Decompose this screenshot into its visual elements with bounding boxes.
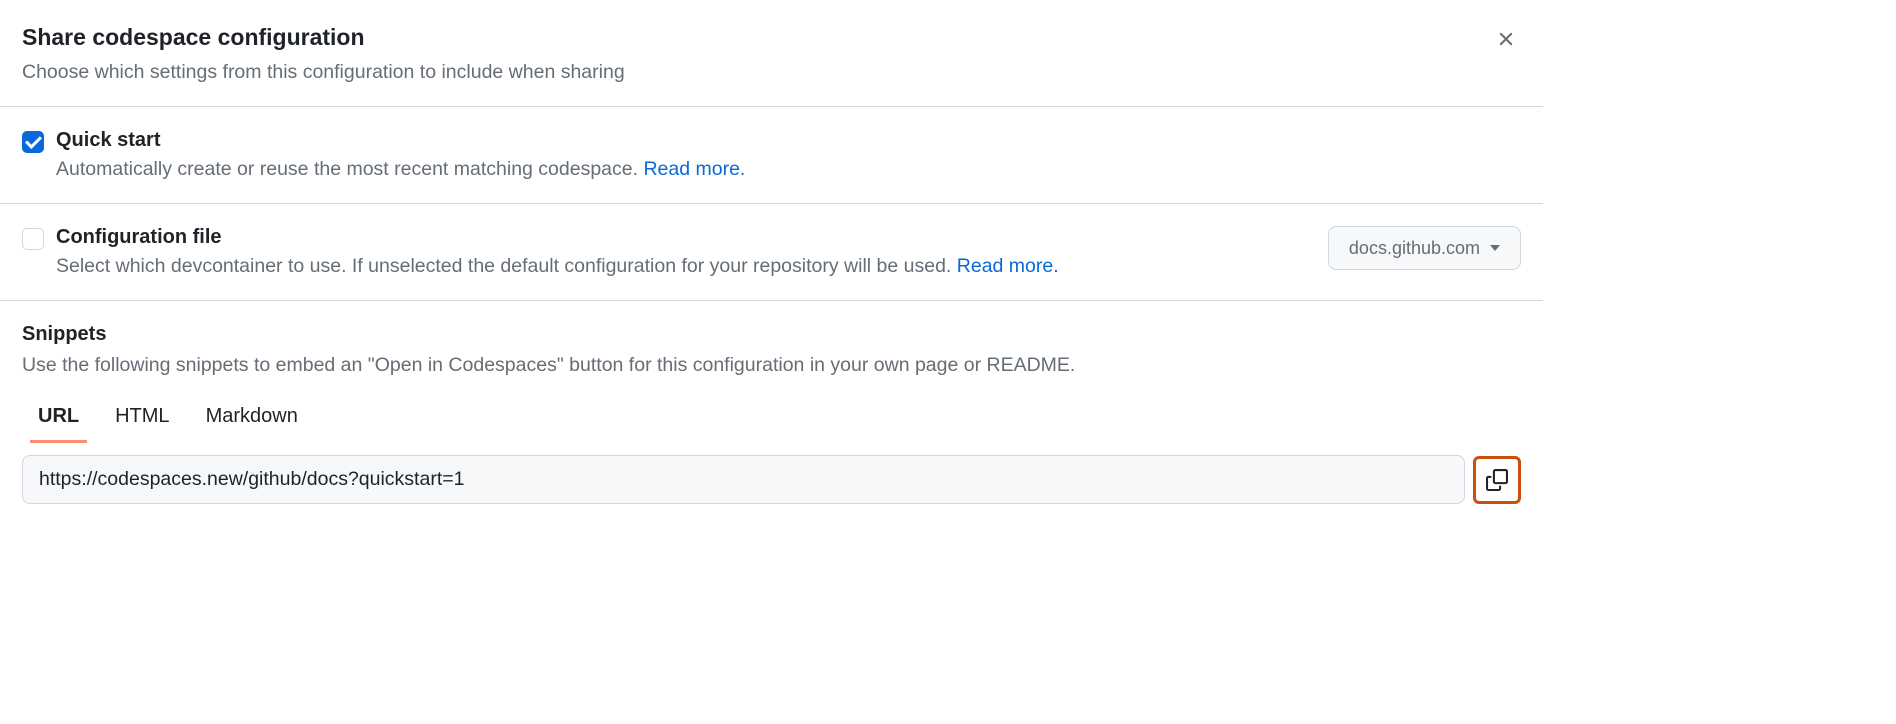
- config-file-description: Select which devcontainer to use. If uns…: [56, 255, 1059, 278]
- quickstart-checkbox[interactable]: [22, 131, 44, 153]
- config-file-title: Configuration file: [56, 226, 1059, 249]
- quickstart-readmore-link[interactable]: Read more.: [643, 158, 745, 180]
- config-file-dropdown[interactable]: docs.github.com: [1328, 226, 1521, 270]
- copy-icon: [1486, 469, 1508, 491]
- dialog-subtitle: Choose which settings from this configur…: [22, 61, 625, 84]
- dropdown-label: docs.github.com: [1349, 238, 1480, 259]
- tab-markdown[interactable]: Markdown: [206, 405, 298, 443]
- snippets-title: Snippets: [22, 323, 1521, 346]
- chevron-down-icon: [1490, 245, 1500, 251]
- snippets-description: Use the following snippets to embed an "…: [22, 354, 1521, 377]
- close-icon: [1495, 28, 1517, 50]
- snippets-section: Snippets Use the following snippets to e…: [0, 301, 1543, 526]
- snippet-url-input[interactable]: [22, 455, 1465, 504]
- config-file-readmore-link[interactable]: Read more.: [957, 255, 1059, 277]
- dialog-title: Share codespace configuration: [22, 24, 625, 51]
- tab-url[interactable]: URL: [38, 405, 79, 443]
- copy-button[interactable]: [1473, 456, 1521, 504]
- dialog-header: Share codespace configuration Choose whi…: [0, 0, 1543, 107]
- option-quickstart: Quick start Automatically create or reus…: [0, 107, 1543, 204]
- option-config-file: Configuration file Select which devconta…: [0, 204, 1543, 301]
- quickstart-title: Quick start: [56, 129, 745, 152]
- quickstart-description: Automatically create or reuse the most r…: [56, 158, 745, 181]
- snippets-tabs: URL HTML Markdown: [22, 405, 1521, 443]
- config-file-checkbox[interactable]: [22, 228, 44, 250]
- close-button[interactable]: [1491, 24, 1521, 54]
- tab-html[interactable]: HTML: [115, 405, 169, 443]
